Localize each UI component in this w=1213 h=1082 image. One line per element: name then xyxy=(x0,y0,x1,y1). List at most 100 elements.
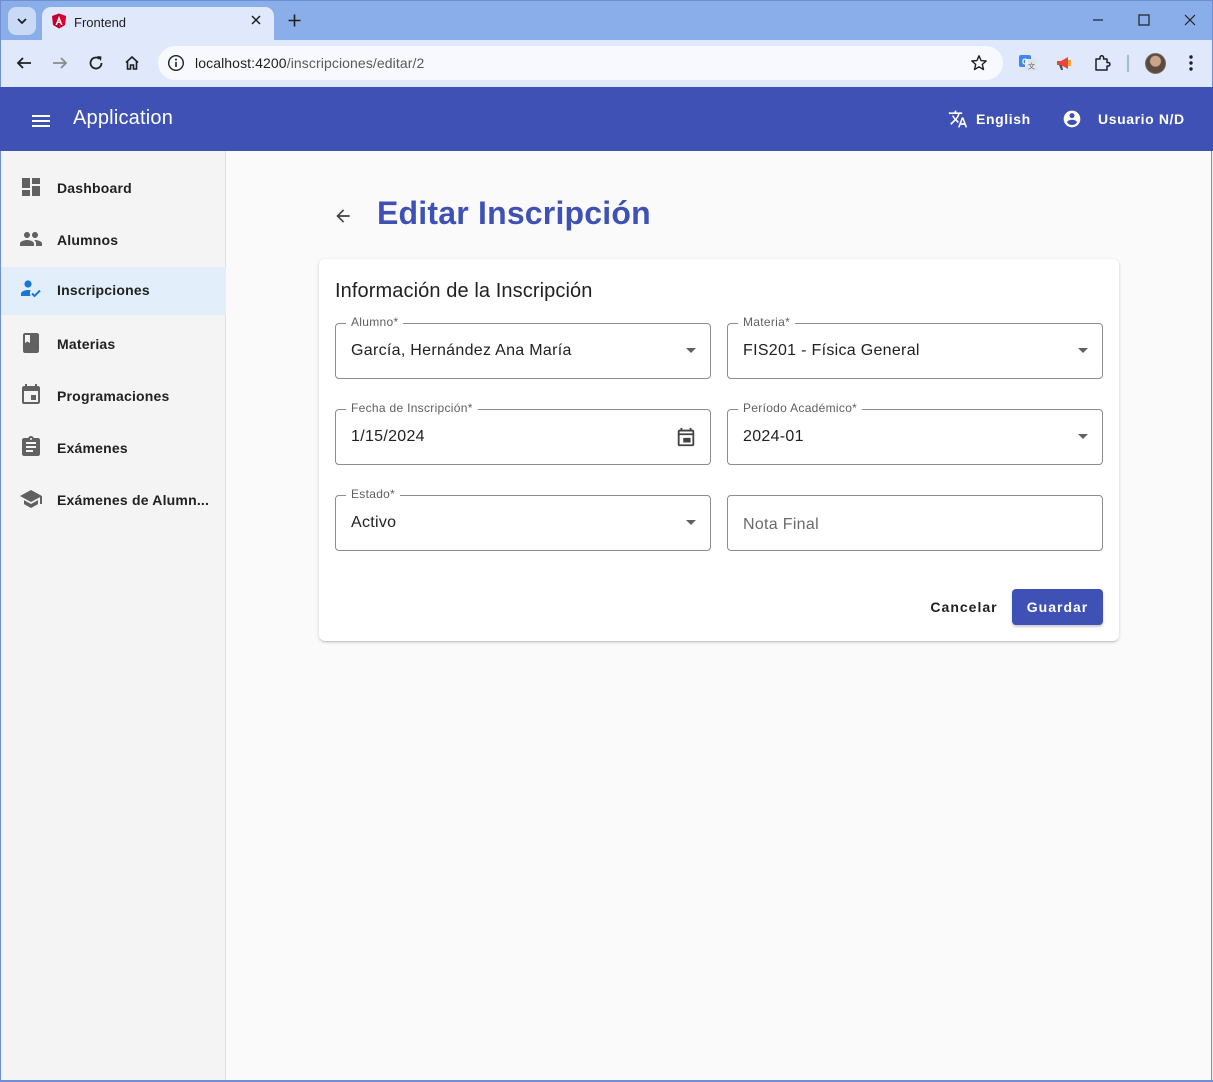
field-value: 2024-01 xyxy=(743,428,804,445)
sidebar-item-label: Dashboard xyxy=(57,180,132,196)
estado-select[interactable]: Estado* Activo xyxy=(335,487,711,551)
language-button[interactable]: English xyxy=(948,107,1031,131)
menu-toggle-button[interactable] xyxy=(28,109,54,133)
browser-tab[interactable]: Frontend xyxy=(42,7,274,41)
dropdown-arrow-icon xyxy=(686,520,696,525)
maximize-icon xyxy=(1138,14,1150,26)
translate-extension-button[interactable]: G文 xyxy=(1017,52,1039,74)
field-label: Alumno* xyxy=(346,315,404,329)
alumno-select[interactable]: Alumno* García, Hernández Ana María xyxy=(335,315,711,379)
tab-search-button[interactable] xyxy=(8,7,36,35)
minimize-button[interactable] xyxy=(1089,11,1107,29)
dashboard-icon xyxy=(19,175,43,199)
user-menu-button[interactable]: Usuario N/D xyxy=(1062,107,1185,131)
arrow-back-icon xyxy=(336,209,350,223)
close-window-button[interactable] xyxy=(1181,11,1199,29)
sidebar: Dashboard Alumnos Inscripciones Materias… xyxy=(0,151,226,1082)
calendar-icon xyxy=(19,383,43,407)
minimize-icon xyxy=(1093,19,1103,21)
menu-icon xyxy=(32,115,50,127)
reload-icon xyxy=(89,56,103,70)
browser-menu-button[interactable] xyxy=(1180,52,1202,74)
plus-icon xyxy=(288,14,300,26)
home-icon xyxy=(125,55,139,70)
sidebar-item-label: Materias xyxy=(57,336,116,352)
dropdown-arrow-icon xyxy=(1078,348,1088,353)
field-label: Estado* xyxy=(346,487,401,501)
school-icon xyxy=(19,487,43,511)
sidebar-item-examenes-alumnos[interactable]: Exámenes de Alumn... xyxy=(1,477,226,525)
more-vert-icon xyxy=(1189,55,1193,71)
dropdown-arrow-icon xyxy=(686,348,696,353)
nota-final-input[interactable]: Nota Final xyxy=(727,495,1103,551)
card-title: Información de la Inscripción xyxy=(335,280,593,302)
app-toolbar: Application English Usuario N/D xyxy=(0,87,1213,151)
arrow-left-icon xyxy=(16,57,31,69)
field-value: 1/15/2024 xyxy=(351,428,425,445)
account-circle-icon xyxy=(1063,110,1081,128)
materia-select[interactable]: Materia* FIS201 - Física General xyxy=(727,315,1103,379)
sidebar-item-label: Alumnos xyxy=(57,232,119,248)
reload-button[interactable] xyxy=(85,52,107,74)
extensions-button[interactable] xyxy=(1091,52,1113,74)
sidebar-item-label: Exámenes xyxy=(57,440,128,456)
sidebar-item-materias[interactable]: Materias xyxy=(1,321,226,369)
svg-text:文: 文 xyxy=(1028,62,1035,71)
forward-nav-button[interactable] xyxy=(49,52,71,74)
tab-title: Frontend xyxy=(74,15,127,30)
language-label: English xyxy=(976,111,1031,127)
field-label: Período Académico* xyxy=(738,401,863,415)
sidebar-item-dashboard[interactable]: Dashboard xyxy=(1,165,226,213)
main-content: Editar Inscripción Información de la Ins… xyxy=(226,151,1212,1081)
maximize-button[interactable] xyxy=(1135,11,1153,29)
people-icon xyxy=(19,227,43,251)
puzzle-icon xyxy=(1095,54,1111,71)
url-text: localhost:4200/inscripciones/editar/2 xyxy=(195,55,424,71)
google-translate-icon: G文 xyxy=(1019,55,1037,71)
sidebar-item-label: Exámenes de Alumn... xyxy=(57,492,210,508)
field-value: García, Hernández Ana María xyxy=(351,342,572,359)
back-button[interactable] xyxy=(330,203,356,229)
fecha-inscripcion-input[interactable]: Fecha de Inscripción* 1/15/2024 xyxy=(335,401,711,465)
address-bar[interactable]: localhost:4200/inscripciones/editar/2 xyxy=(158,46,1003,80)
field-label: Materia* xyxy=(738,315,796,329)
tab-close-icon[interactable] xyxy=(248,12,264,28)
angular-icon xyxy=(52,13,66,29)
url-path: /inscripciones/editar/2 xyxy=(286,55,425,71)
field-label: Fecha de Inscripción* xyxy=(346,401,478,415)
sidebar-item-alumnos[interactable]: Alumnos xyxy=(1,217,226,265)
megaphone-icon xyxy=(1057,57,1071,70)
toolbar-divider xyxy=(1127,55,1129,72)
sidebar-item-label: Inscripciones xyxy=(57,282,150,298)
site-info-icon[interactable] xyxy=(166,53,186,73)
form-card: Información de la Inscripción Alumno* Ga… xyxy=(319,259,1119,641)
bookmark-star-icon[interactable] xyxy=(969,53,989,73)
back-nav-button[interactable] xyxy=(13,52,35,74)
user-label: Usuario N/D xyxy=(1098,111,1185,127)
browser-toolbar: localhost:4200/inscripciones/editar/2 G文 xyxy=(0,40,1213,87)
profile-avatar[interactable] xyxy=(1145,53,1166,74)
person-check-icon xyxy=(19,277,43,301)
app-title: Application xyxy=(73,107,174,129)
save-button[interactable]: Guardar xyxy=(1012,589,1103,625)
close-icon xyxy=(1184,14,1196,26)
calendar-picker-icon[interactable] xyxy=(674,425,698,449)
new-tab-button[interactable] xyxy=(284,10,304,30)
sidebar-item-inscripciones[interactable]: Inscripciones xyxy=(1,267,226,315)
clipboard-icon xyxy=(19,435,43,459)
browser-tab-bar: Frontend xyxy=(0,0,1213,41)
field-value: FIS201 - Física General xyxy=(743,342,920,359)
field-value: Activo xyxy=(351,514,397,531)
sidebar-item-programaciones[interactable]: Programaciones xyxy=(1,373,226,421)
field-placeholder: Nota Final xyxy=(743,516,819,533)
translate-icon xyxy=(948,110,968,128)
dropdown-arrow-icon xyxy=(1078,434,1088,439)
cancel-button[interactable]: Cancelar xyxy=(920,589,1008,625)
periodo-academico-select[interactable]: Período Académico* 2024-01 xyxy=(727,401,1103,465)
chevron-down-icon xyxy=(17,18,27,25)
sidebar-item-examenes[interactable]: Exámenes xyxy=(1,425,226,473)
arrow-right-icon xyxy=(53,57,68,69)
home-button[interactable] xyxy=(121,52,143,74)
announcement-extension-button[interactable] xyxy=(1053,52,1075,74)
book-icon xyxy=(19,331,43,355)
